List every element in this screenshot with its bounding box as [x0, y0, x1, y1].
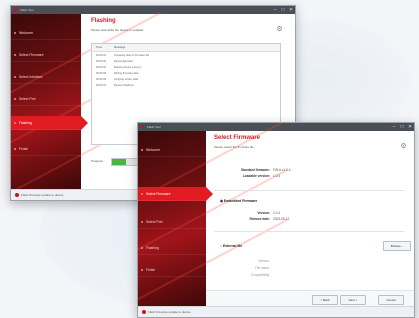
sidebar-item-select-port[interactable]: Select Port	[138, 215, 206, 229]
app-icon	[14, 8, 17, 11]
page-title: Select Firmware	[214, 135, 261, 141]
embedded-firmware-heading: Embedded Firmware	[223, 199, 258, 203]
progress-label: Progress	[91, 159, 104, 163]
sidebar-item-finish[interactable]: Finish	[11, 142, 81, 156]
log-time: 00:00:12	[96, 84, 107, 87]
external-filename-label: File name:	[255, 266, 270, 270]
wizard-footer: < Back Next > Cancel	[206, 290, 414, 307]
gear-icon[interactable]: ⚙	[276, 26, 283, 33]
status-text: Flash firmware update to device	[148, 310, 191, 314]
sidebar-item-finish[interactable]: Finish	[138, 263, 206, 277]
loadable-version-value: 1.0.4	[273, 174, 281, 178]
embedded-version-value: 1.0.4	[273, 211, 281, 215]
status-bar: Flash firmware update to device	[138, 306, 414, 317]
front-window: Flash Tool – □ ✕ Welcome Select Firmware…	[137, 122, 415, 318]
sidebar-item-select-firmware[interactable]: Select Firmware	[11, 48, 81, 62]
back-button[interactable]: < Back	[312, 295, 338, 305]
app-icon	[141, 125, 144, 128]
log-message: Device initialized	[114, 84, 134, 87]
close-icon[interactable]: ✕	[287, 6, 295, 14]
embedded-firmware-radio[interactable]: ◉ Embedded Firmware	[220, 199, 257, 203]
maximize-icon[interactable]: □	[279, 6, 287, 14]
sidebar-item-welcome[interactable]: Welcome	[11, 26, 81, 40]
sidebar-item-select-firmware[interactable]: Select Firmware	[138, 187, 213, 201]
embedded-date-label: Release date:	[249, 217, 270, 221]
maximize-icon[interactable]: □	[398, 123, 406, 131]
sidebar-item-flashing[interactable]: Flashing	[11, 116, 88, 130]
external-file-heading: External file	[223, 244, 243, 248]
window-title: Flash Tool	[20, 8, 34, 12]
sidebar-item-select-port[interactable]: Select Port	[11, 92, 81, 106]
page-subtitle: Please select the firmware file.	[214, 145, 255, 149]
log-row: 00:00:12 Device initialized	[92, 83, 280, 89]
status-text: Flash firmware update to device	[21, 193, 64, 197]
external-version-label: Version:	[258, 259, 270, 263]
divider	[214, 190, 404, 191]
gear-icon[interactable]: ⚙	[400, 143, 407, 150]
sidebar-item-welcome[interactable]: Welcome	[138, 143, 206, 157]
standard-firmware-value: FW-A v1.0.4	[273, 168, 291, 172]
cancel-button[interactable]: Cancel	[378, 295, 404, 305]
external-file-radio[interactable]: ○ External file	[220, 244, 242, 248]
column-message: Message	[114, 45, 126, 49]
standard-firmware-label: Standard firmware:	[240, 168, 270, 172]
loadable-version-label: Loadable version:	[242, 174, 270, 178]
title-bar: Flash Tool – □ ✕	[11, 6, 295, 14]
sidebar: Welcome Select Firmware Select Interface…	[11, 11, 161, 199]
close-icon[interactable]: ✕	[406, 123, 414, 131]
sidebar-item-select-interface[interactable]: Select Interface	[11, 70, 81, 84]
sidebar-item-flashing[interactable]: Flashing	[138, 241, 206, 255]
browse-button[interactable]: Browse...	[383, 241, 411, 251]
page-subtitle: Please wait while the device is updated.	[91, 28, 145, 32]
status-icon	[142, 310, 146, 314]
embedded-version-label: Version:	[257, 211, 270, 215]
divider	[214, 231, 404, 232]
sidebar: Welcome Select Firmware Select Port Flas…	[138, 123, 288, 307]
progress-fill	[112, 159, 126, 165]
window-title: Flash Tool	[147, 125, 161, 129]
minimize-icon[interactable]: –	[390, 123, 398, 131]
log-header: Time Message	[92, 44, 280, 52]
minimize-icon[interactable]: –	[271, 6, 279, 14]
external-compat-label: Compatibility:	[250, 273, 270, 277]
column-time: Time	[96, 45, 103, 49]
page-title: Flashing	[91, 18, 116, 24]
next-button[interactable]: Next >	[340, 295, 366, 305]
embedded-date-value: 2023-05-12	[273, 217, 290, 221]
status-icon	[15, 193, 19, 197]
